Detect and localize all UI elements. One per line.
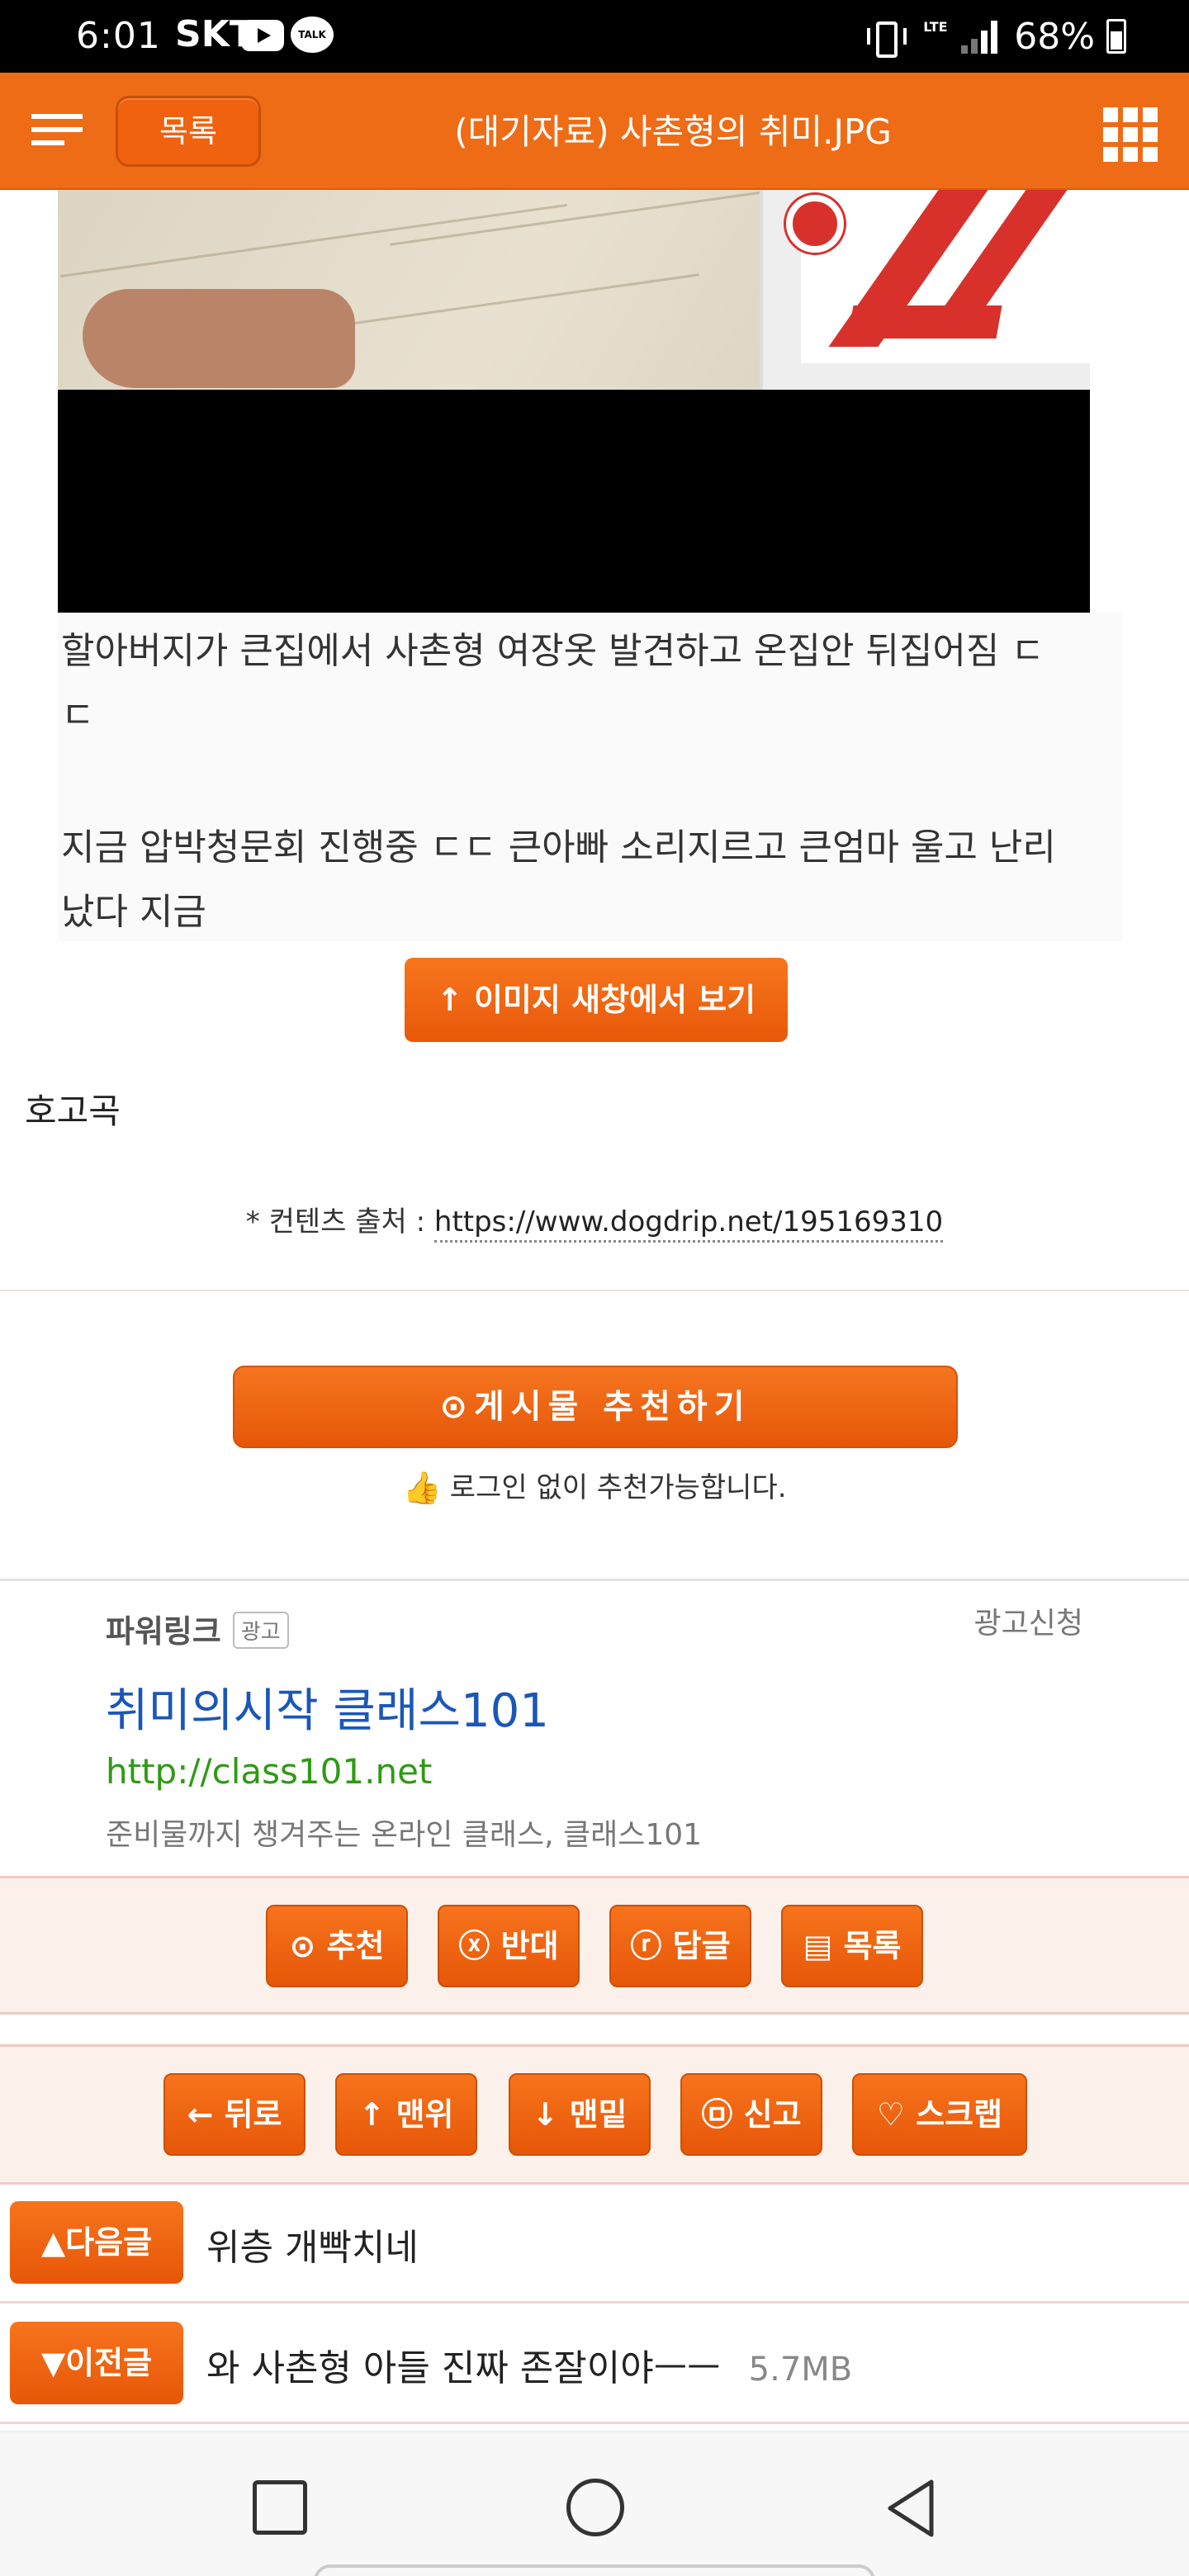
back-button[interactable]: ← 뒤로	[163, 2073, 306, 2156]
kakaotalk-icon: TALK	[291, 17, 334, 53]
next-post-title[interactable]: 위층 개빡치네	[206, 2218, 419, 2271]
prev-post-button[interactable]: ▼이전글	[10, 2322, 183, 2404]
ad-badge: 광고	[232, 1612, 289, 1649]
signal-icon	[961, 19, 1002, 54]
source-label: * 컨텐츠 출처 :	[245, 1205, 434, 1238]
post-text-line: 할아버지가 큰집에서 사촌형 여장옷 발견하고 온집안 뒤집어짐 ㄷ	[61, 630, 1045, 672]
prev-post-title[interactable]: 와 사촌형 아들 진짜 존잘이야ㅡㅡ 5.7MB	[206, 2338, 852, 2391]
app-header: 목록 (대기자료) 사촌형의 취미.JPG	[0, 73, 1189, 190]
report-button[interactable]: ㉤ 신고	[680, 2073, 822, 2156]
ad-title-link[interactable]: 취미의시작 클래스101	[106, 1674, 549, 1740]
battery-icon	[1106, 19, 1126, 54]
thumbs-up-icon: 👍	[402, 1470, 442, 1506]
apps-grid-icon[interactable]	[1103, 107, 1158, 162]
page-title: (대기자료) 사촌형의 취미.JPG	[454, 111, 892, 152]
reply-button[interactable]: ⓡ 답글	[609, 1905, 751, 1987]
box-logo	[786, 195, 844, 253]
status-bar: 6:01 SKT TALK LTE 68%	[0, 0, 1189, 73]
post-image[interactable]	[58, 190, 1090, 619]
post-text-line: 났다 지금	[61, 891, 206, 933]
ad-request-link[interactable]: 광고신청	[974, 1599, 1083, 1642]
post-action-bar: ⊙ 추천 ⓧ 반대 ⓡ 답글 ▤ 목록	[0, 1876, 1189, 2015]
scrap-button[interactable]: ♡ 스크랩	[852, 2073, 1027, 2156]
back-arrow-icon[interactable]	[882, 2475, 940, 2541]
lte-icon: LTE	[923, 19, 948, 35]
divider	[0, 1290, 1189, 1291]
view-image-button[interactable]: ↑ 이미지 새창에서 보기	[405, 958, 788, 1042]
post-caption: 호고곡	[25, 1091, 121, 1131]
home-icon[interactable]	[566, 2479, 624, 2536]
ad-description: 준비물까지 챙겨주는 온라인 클래스, 클래스101	[106, 1818, 703, 1852]
image-black-area	[58, 390, 1090, 619]
post-text-line: 지금 압박청문회 진행중 ㄷㄷ 큰아빠 소리지르고 큰엄마 울고 난리	[61, 826, 1056, 869]
navigation-action-bar: ← 뒤로 ↑ 맨위 ↓ 맨밑 ㉤ 신고 ♡ 스크랩	[0, 2044, 1189, 2185]
prev-post-title-text[interactable]: 와 사촌형 아들 진짜 존잘이야ㅡㅡ	[206, 2347, 721, 2389]
source-link[interactable]: https://www.dogdrip.net/195169310	[433, 1205, 944, 1243]
recommend-note-text: 로그인 없이 추천가능합니다.	[449, 1471, 787, 1504]
post-text-block: 할아버지가 큰집에서 사촌형 여장옷 발견하고 온집안 뒤집어짐 ㄷ ㄷ 지금 …	[58, 613, 1123, 941]
downvote-button[interactable]: ⓧ 반대	[438, 1905, 580, 1987]
scroll-top-button[interactable]: ↑ 맨위	[335, 2073, 477, 2156]
status-time: 6:01	[76, 15, 161, 57]
ad-label: 파워링크	[106, 1613, 221, 1650]
next-post-button[interactable]: ▲다음글	[10, 2201, 183, 2284]
list-button-bottom[interactable]: ▤ 목록	[781, 1905, 923, 1987]
post-text-line: ㄷ	[61, 694, 95, 736]
battery-percent: 68%	[1014, 15, 1095, 58]
system-navigation-bar	[0, 2431, 1189, 2576]
list-button[interactable]: 목록	[116, 96, 261, 167]
vibrate-icon	[867, 18, 907, 58]
content-source: * 컨텐츠 출처 : https://www.dogdrip.net/19516…	[0, 1199, 1189, 1243]
menu-icon[interactable]	[31, 114, 83, 147]
status-icons: LTE 68%	[867, 15, 1126, 58]
recommend-note: 👍 로그인 없이 추천가능합니다.	[0, 1465, 1189, 1507]
gesture-pill	[314, 2564, 875, 2576]
recommend-post-button[interactable]: ⊙게시물 추천하기	[233, 1366, 958, 1448]
ad-header: 파워링크 광고	[106, 1606, 289, 1651]
photo-area	[58, 190, 1090, 390]
prev-post-row[interactable]: ▼이전글 와 사촌형 아들 진짜 존잘이야ㅡㅡ 5.7MB	[0, 2305, 1189, 2424]
youtube-icon	[241, 20, 284, 51]
upvote-button[interactable]: ⊙ 추천	[266, 1905, 408, 1987]
scroll-bottom-button[interactable]: ↓ 맨밑	[509, 2073, 651, 2156]
powerlink-ad: 파워링크 광고 광고신청 취미의시작 클래스101 http://class101…	[0, 1579, 1189, 1876]
recents-icon[interactable]	[253, 2480, 307, 2535]
hand-shape	[83, 289, 355, 388]
next-post-row[interactable]: ▲다음글 위층 개빡치네	[0, 2185, 1189, 2304]
ad-url-link[interactable]: http://class101.net	[106, 1751, 432, 1792]
prev-post-size: 5.7MB	[748, 2351, 853, 2389]
